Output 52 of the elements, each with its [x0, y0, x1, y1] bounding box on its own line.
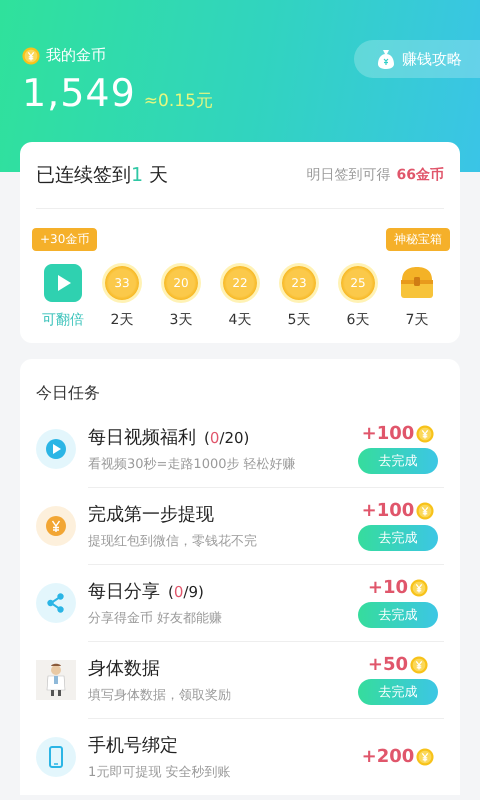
coin-amount: 22	[223, 266, 257, 300]
tomorrow-reward-text: 明日签到可得 66金币	[306, 166, 444, 184]
task-description: 填写身体数据，领取奖励	[88, 686, 232, 704]
complete-button[interactable]: 去完成	[358, 525, 438, 551]
day-label: 3天	[170, 311, 192, 329]
money-bag-icon	[376, 48, 396, 70]
day-label: 4天	[228, 311, 252, 329]
task-description: 提现红包到微信，零钱花不完	[88, 532, 258, 550]
play-icon	[44, 264, 82, 302]
task-description: 1元即可提现 安全秒到账	[88, 764, 232, 780]
reward-amount: +200	[362, 746, 414, 767]
day-label: 5天	[288, 311, 310, 329]
complete-button[interactable]: 去完成	[358, 602, 438, 628]
complete-button[interactable]: 去完成	[358, 679, 438, 705]
coin-amount: 20	[164, 266, 198, 300]
earning-guide-button[interactable]: 赚钱攻略	[354, 40, 480, 78]
coin-icon	[416, 424, 434, 442]
reward-amount: +10	[368, 577, 408, 598]
reward-tooltip: +30金币	[32, 228, 98, 251]
coin-icon	[416, 502, 434, 520]
coin-amount: 23	[282, 266, 316, 300]
reward-tooltip: 神秘宝箱	[386, 228, 450, 251]
streak-text: 已连续签到1 天	[36, 163, 168, 188]
task-description: 分享得金币 好友都能赚	[88, 610, 224, 626]
coin-icon	[416, 748, 434, 766]
task-title: 身体数据	[88, 656, 160, 680]
day-label: 7天	[406, 311, 428, 329]
coin-icon	[410, 578, 428, 596]
day-label: 6天	[346, 311, 370, 329]
cash-equivalent: ≈0.15元	[144, 90, 213, 112]
share-icon	[36, 582, 76, 622]
reward-amount: +100	[362, 500, 414, 521]
reward-amount: +100	[362, 423, 414, 444]
coin-balance: 1,549	[22, 71, 136, 115]
yuan-coin-icon	[36, 506, 76, 546]
day-label: 2天	[110, 311, 134, 329]
task-title: 每日视频福利	[88, 426, 196, 448]
coin-label: 我的金币	[46, 46, 106, 65]
coin-icon	[22, 46, 40, 64]
coin-icon	[410, 656, 428, 674]
task-title: 每日分享	[88, 580, 160, 602]
task-description: 看视频30秒=走路1000步 轻松好赚	[88, 456, 297, 472]
task-title: 手机号绑定	[88, 734, 178, 756]
section-title: 今日任务	[36, 383, 100, 404]
task-title: 完成第一步提现	[88, 502, 214, 526]
complete-button[interactable]: 去完成	[358, 448, 438, 474]
play-icon	[36, 428, 76, 468]
coin-amount: 25	[341, 266, 375, 300]
coin-amount: 33	[105, 266, 139, 300]
reward-amount: +50	[368, 654, 408, 675]
day-label: 可翻倍	[42, 311, 84, 329]
phone-icon	[36, 736, 76, 776]
